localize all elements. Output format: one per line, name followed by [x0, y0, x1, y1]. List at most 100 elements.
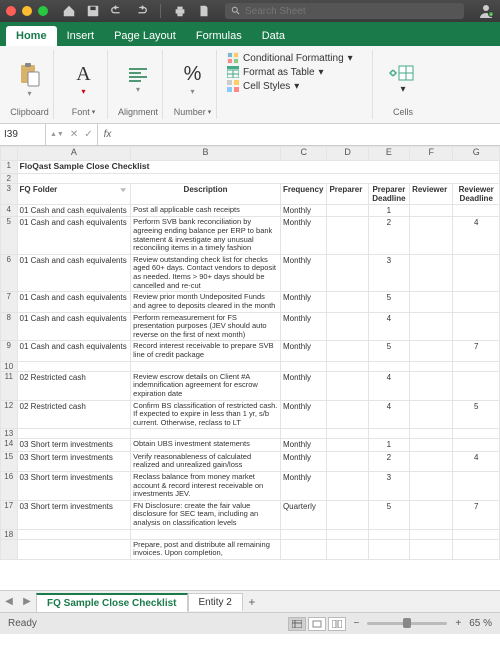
cell-folder[interactable] [17, 539, 131, 559]
row-header[interactable]: 16 [1, 471, 18, 500]
cell-preparer-deadline[interactable]: 2 [368, 217, 409, 255]
cell-description[interactable]: Prepare, post and distribute all remaini… [131, 539, 281, 559]
sheet-tab-active[interactable]: FQ Sample Close Checklist [36, 593, 188, 612]
cell-preparer[interactable] [327, 529, 368, 539]
row-header[interactable]: 7 [1, 292, 18, 312]
cell-frequency[interactable] [280, 539, 326, 559]
cell-preparer[interactable] [327, 429, 368, 439]
redo-icon[interactable] [134, 4, 148, 18]
search-sheet-wrapper[interactable] [225, 3, 464, 19]
cell-reviewer[interactable] [410, 471, 453, 500]
format-as-table-button[interactable]: Format as Table▾ [227, 66, 353, 78]
row-header[interactable]: 2 [1, 173, 18, 183]
col-header-g[interactable]: G [453, 147, 500, 161]
cell-preparer[interactable] [327, 217, 368, 255]
row-header[interactable]: 18 [1, 529, 18, 539]
paste-icon[interactable]: ▾ [19, 62, 41, 98]
cell-reviewer-deadline[interactable] [453, 292, 500, 312]
row-header[interactable] [1, 539, 18, 559]
row-header[interactable]: 12 [1, 400, 18, 429]
col-header-e[interactable]: E [368, 147, 409, 161]
cell-preparer[interactable] [327, 451, 368, 471]
cell-description[interactable]: Perform remeasurement for FS presentatio… [131, 312, 281, 341]
cell-description[interactable]: Verify reasonableness of calculated real… [131, 451, 281, 471]
row-header[interactable]: 10 [1, 361, 18, 371]
sheet-title[interactable]: FloQast Sample Close Checklist [17, 161, 499, 174]
cell-preparer-deadline[interactable] [368, 361, 409, 371]
view-normal-button[interactable] [288, 617, 306, 631]
cell-folder[interactable]: 02 Restricted cash [17, 400, 131, 429]
filter-icon[interactable] [118, 185, 128, 195]
tab-page-layout[interactable]: Page Layout [104, 26, 186, 46]
cell-preparer[interactable] [327, 471, 368, 500]
col-header-f[interactable]: F [410, 147, 453, 161]
row-header[interactable]: 13 [1, 429, 18, 439]
cells-icon[interactable]: ▾ [389, 64, 417, 95]
cell-frequency[interactable]: Monthly [280, 439, 326, 451]
cell-preparer[interactable] [327, 400, 368, 429]
cell-reviewer-deadline[interactable]: 5 [453, 400, 500, 429]
cell-frequency[interactable]: Monthly [280, 217, 326, 255]
spreadsheet-grid[interactable]: A B C D E F G 1FloQast Sample Close Chec… [0, 146, 500, 590]
formula-input[interactable] [117, 124, 500, 145]
cell-frequency[interactable]: Monthly [280, 312, 326, 341]
cell-folder[interactable] [17, 529, 131, 539]
cell-preparer-deadline[interactable]: 1 [368, 205, 409, 217]
cell-preparer[interactable] [327, 439, 368, 451]
view-page-layout-button[interactable] [308, 617, 326, 631]
zoom-out-button[interactable]: − [354, 618, 360, 629]
cell-preparer-deadline[interactable] [368, 529, 409, 539]
cell-preparer[interactable] [327, 539, 368, 559]
cell-reviewer[interactable] [410, 529, 453, 539]
cell-frequency[interactable]: Monthly [280, 205, 326, 217]
number-format-icon[interactable]: %▾ [184, 63, 202, 96]
cell-folder[interactable]: 01 Cash and cash equivalents [17, 292, 131, 312]
zoom-in-button[interactable]: + [455, 618, 461, 629]
cell-reviewer-deadline[interactable] [453, 361, 500, 371]
row-header[interactable]: 1 [1, 161, 18, 174]
search-sheet-input[interactable] [245, 6, 458, 17]
cell-preparer[interactable] [327, 361, 368, 371]
font-icon[interactable]: A▾ [76, 63, 90, 96]
cell-preparer-deadline[interactable]: 4 [368, 371, 409, 400]
cell-preparer-deadline[interactable]: 5 [368, 341, 409, 361]
cell-folder[interactable]: 01 Cash and cash equivalents [17, 341, 131, 361]
cell-reviewer[interactable] [410, 451, 453, 471]
cell-description[interactable] [131, 429, 281, 439]
accept-formula-icon[interactable]: ✓ [84, 129, 92, 140]
zoom-thumb[interactable] [403, 618, 411, 628]
cell-reviewer[interactable] [410, 254, 453, 292]
cell-styles-button[interactable]: Cell Styles▾ [227, 80, 353, 92]
cell-frequency[interactable] [280, 429, 326, 439]
cell-frequency[interactable]: Monthly [280, 341, 326, 361]
cell-reviewer[interactable] [410, 500, 453, 529]
row-header[interactable]: 15 [1, 451, 18, 471]
column-headers[interactable]: A B C D E F G [1, 147, 500, 161]
alignment-icon[interactable]: ▾ [127, 66, 149, 94]
sheet-tab[interactable]: Entity 2 [188, 593, 243, 611]
save-icon[interactable] [86, 4, 100, 18]
cell-description[interactable]: Reclass balance from money market accoun… [131, 471, 281, 500]
cell-reviewer[interactable] [410, 312, 453, 341]
zoom-level[interactable]: 65 % [469, 618, 492, 629]
cell-frequency[interactable] [280, 361, 326, 371]
cell-folder[interactable] [17, 429, 131, 439]
maximize-window-button[interactable] [38, 6, 48, 16]
cell-preparer[interactable] [327, 205, 368, 217]
cell-reviewer[interactable] [410, 539, 453, 559]
cell-folder[interactable]: 03 Short term investments [17, 471, 131, 500]
cell-reviewer-deadline[interactable] [453, 371, 500, 400]
row-header[interactable]: 5 [1, 217, 18, 255]
col-header-d[interactable]: D [327, 147, 368, 161]
cell-preparer-deadline[interactable]: 1 [368, 439, 409, 451]
cell-preparer-deadline[interactable]: 3 [368, 254, 409, 292]
print-icon[interactable] [173, 4, 187, 18]
row-header[interactable]: 11 [1, 371, 18, 400]
cell-reviewer[interactable] [410, 400, 453, 429]
cell-description[interactable]: Record interest receivable to prepare SV… [131, 341, 281, 361]
cell-preparer[interactable] [327, 254, 368, 292]
cell-reviewer-deadline[interactable] [453, 205, 500, 217]
cell-frequency[interactable]: Monthly [280, 254, 326, 292]
row-header[interactable]: 17 [1, 500, 18, 529]
cell-reviewer[interactable] [410, 371, 453, 400]
